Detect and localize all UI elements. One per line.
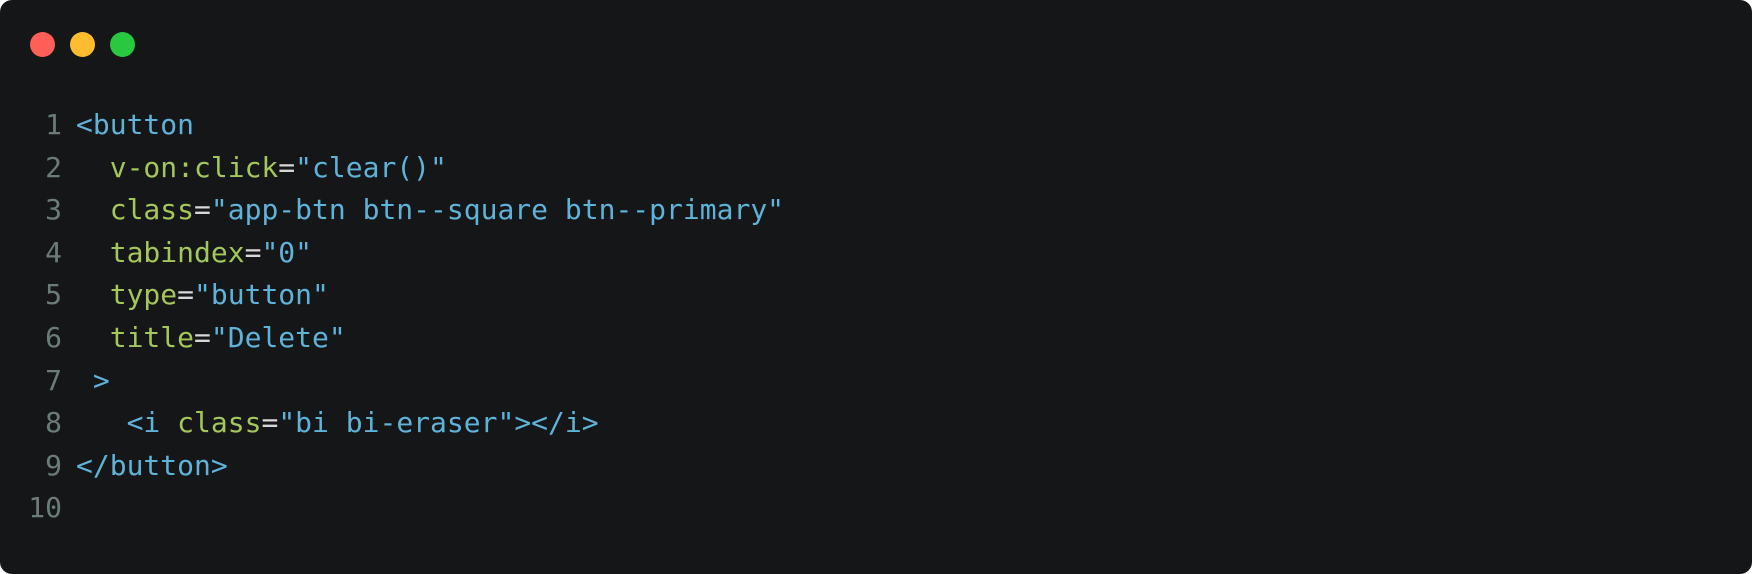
code-line: 6 title="Delete" <box>0 317 1752 360</box>
code-token: = <box>194 320 211 354</box>
code-line: 2 v-on:click="clear()" <box>0 147 1752 190</box>
code-text: title="Delete" <box>76 317 1752 360</box>
code-token: "0" <box>261 235 313 269</box>
code-token: = <box>177 278 195 312</box>
code-token: "bi bi-eraser" <box>278 406 515 440</box>
code-text: type="button" <box>76 274 1752 317</box>
code-token: = <box>261 406 279 440</box>
code-token: title <box>109 320 195 354</box>
code-text: > <box>76 360 1752 403</box>
line-number: 7 <box>45 363 62 397</box>
code-token: "app-btn btn--square btn--primary" <box>210 193 785 227</box>
code-token: <i <box>126 406 178 440</box>
line-number: 2 <box>45 150 62 184</box>
code-token: class <box>177 406 262 440</box>
code-block[interactable]: 1 <button 2 v-on:click="clear()" 3 class="a… <box>0 104 1752 530</box>
code-token: <button <box>76 108 195 141</box>
code-token: "Delete" <box>210 320 346 354</box>
code-token: ></i> <box>514 406 599 440</box>
code-text: <i class="bi bi-eraser"></i> <box>76 402 1752 445</box>
code-line: 10 <box>0 487 1752 530</box>
line-number: 10 <box>28 491 62 525</box>
code-token: "button" <box>194 278 329 312</box>
code-line: 5 type="button" <box>0 274 1752 317</box>
code-line: 9 </button> <box>0 445 1752 488</box>
close-button[interactable] <box>30 32 55 57</box>
code-line: 8 <i class="bi bi-eraser"></i> <box>0 402 1752 445</box>
code-token: class <box>109 193 195 227</box>
line-number: 4 <box>45 235 62 269</box>
code-token: = <box>278 150 296 184</box>
code-token: </button> <box>76 448 228 482</box>
code-line: 4 tabindex="0" <box>0 232 1752 275</box>
code-text: <button <box>76 104 1752 147</box>
code-line: 3 class="app-btn btn--square btn--primar… <box>0 189 1752 232</box>
line-number: 8 <box>45 406 62 440</box>
code-token: "clear()" <box>295 150 447 184</box>
code-window: 1 <button 2 v-on:click="clear()" 3 class="a… <box>0 0 1752 574</box>
code-line: 7 > <box>0 360 1752 403</box>
code-token: v-on:click <box>109 150 279 184</box>
code-text: v-on:click="clear()" <box>76 147 1752 190</box>
minimize-button[interactable] <box>70 32 95 57</box>
line-number: 9 <box>45 448 62 482</box>
maximize-button[interactable] <box>110 32 135 57</box>
code-token: type <box>109 278 178 312</box>
line-number: 1 <box>45 108 62 141</box>
code-token: > <box>92 363 110 397</box>
window-controls <box>30 32 135 57</box>
code-text: class="app-btn btn--square btn--primary" <box>76 189 1752 232</box>
code-text: tabindex="0" <box>76 232 1752 275</box>
code-line: 1 <button <box>0 104 1752 147</box>
code-token: = <box>194 193 211 227</box>
code-text: </button> <box>76 445 1752 488</box>
code-token: = <box>244 235 262 269</box>
line-number: 6 <box>45 320 62 354</box>
line-number: 3 <box>45 193 62 227</box>
line-number: 5 <box>45 278 62 312</box>
code-token: tabindex <box>109 235 245 269</box>
